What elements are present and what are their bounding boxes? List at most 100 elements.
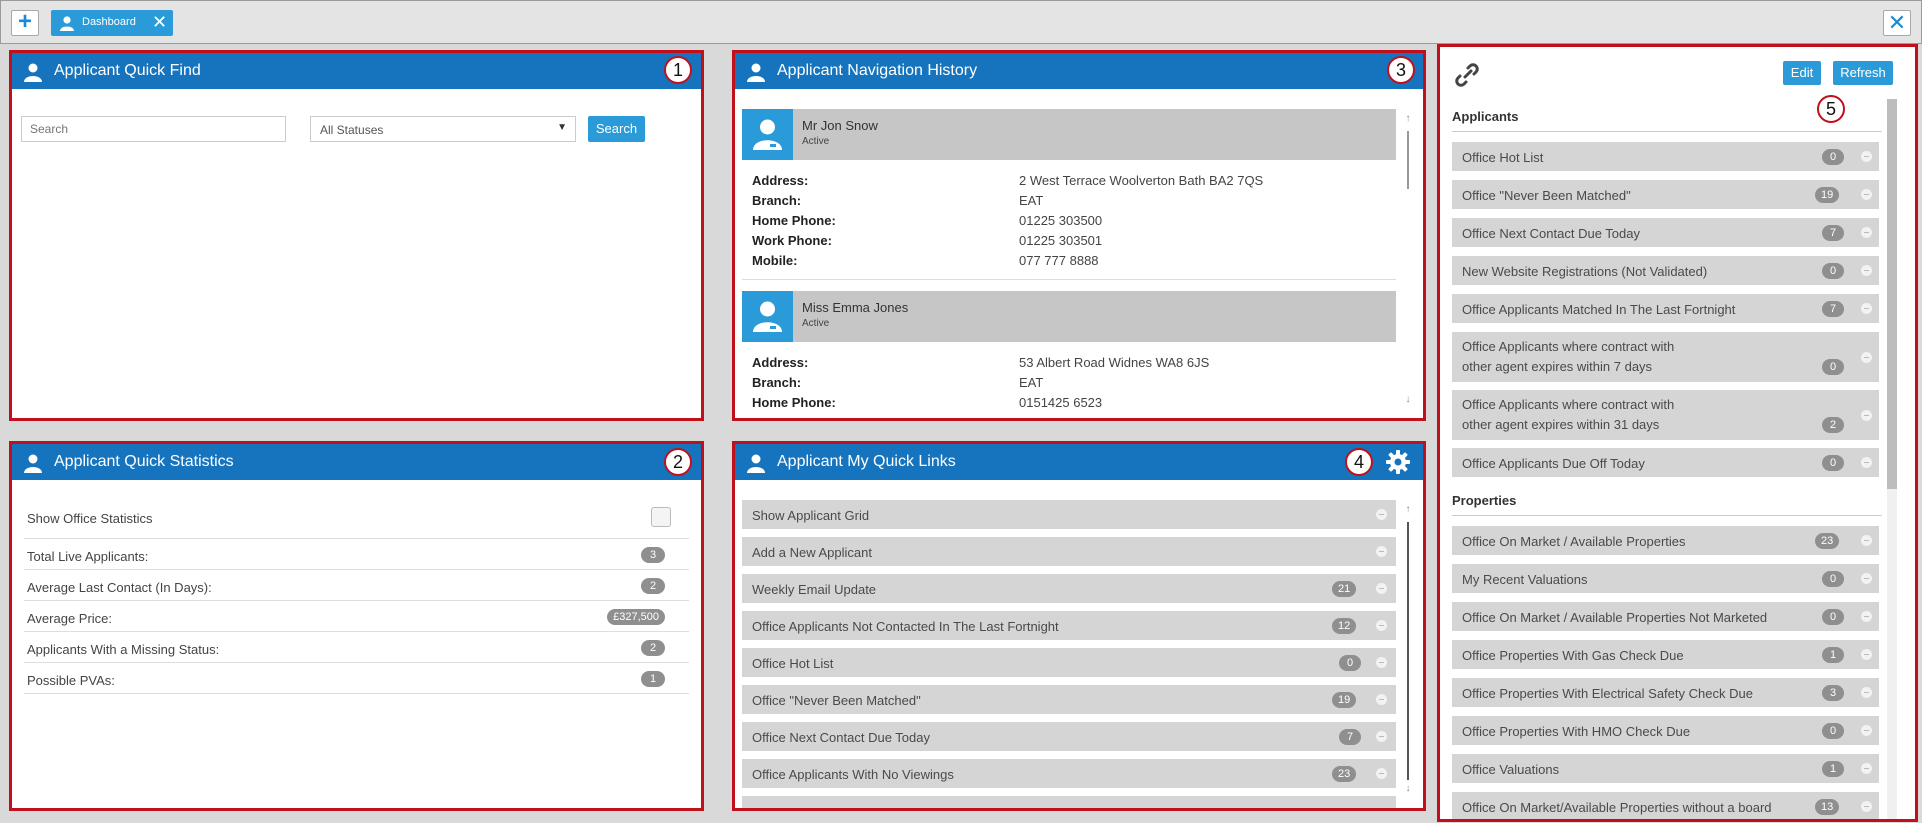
quick-link-item[interactable]: Office Hot List 0 [742, 648, 1396, 677]
quick-list-label: Office Properties With Electrical Safety… [1462, 686, 1753, 701]
detail-label: Address: [752, 355, 809, 370]
search-input[interactable] [21, 116, 286, 142]
go-icon [1861, 265, 1872, 276]
count-badge: 12 [1332, 618, 1357, 634]
count-badge: 3 [1822, 685, 1844, 701]
quick-list-item[interactable]: New Website Registrations (Not Validated… [1452, 256, 1879, 285]
stat-value: 2 [641, 578, 665, 594]
stat-row: Total Live Applicants: 3 [24, 539, 689, 570]
scroll-down-icon[interactable]: ↓ [1403, 783, 1413, 794]
add-tab-button[interactable]: + [11, 10, 39, 36]
scroll-down-icon[interactable]: ↓ [1403, 394, 1413, 405]
applicant-status: Active [802, 318, 830, 329]
quick-link-item[interactable]: Add a New Applicant [742, 537, 1396, 566]
status-select[interactable]: All Statuses ▼ [310, 116, 576, 142]
quick-link-item[interactable]: Office Applicants With No Viewings 23 [742, 759, 1396, 788]
stat-label: Applicants With a Missing Status: [27, 642, 220, 657]
go-icon [1861, 573, 1872, 584]
go-icon [1376, 694, 1387, 705]
stat-row: Average Price: £327,500 [24, 601, 689, 632]
count-badge: 19 [1815, 187, 1840, 203]
quick-list-item[interactable]: Office "Never Been Matched" 19 [1452, 180, 1879, 209]
quick-link-label: Office Applicants With No Viewings [752, 767, 954, 782]
tab-close-icon[interactable]: ✕ [152, 12, 167, 33]
count-badge: 0 [1822, 609, 1844, 625]
go-icon [1376, 731, 1387, 742]
user-icon [753, 301, 782, 332]
stat-value: 3 [641, 547, 665, 563]
go-icon [1861, 189, 1872, 200]
quick-link-item[interactable]: Office "Never Been Matched" 19 [742, 685, 1396, 714]
detail-value: 2 West Terrace Woolverton Bath BA2 7QS [1019, 173, 1264, 188]
history-scrollbar[interactable]: ↑ ↓ [1403, 113, 1413, 413]
quick-list-label: Office On Market/Available Properties wi… [1462, 800, 1772, 815]
applicant-quick-statistics-panel: Applicant Quick Statistics 2 Show Office… [9, 441, 704, 811]
quick-list-item[interactable]: Office On Market / Available Properties … [1452, 526, 1879, 555]
scroll-up-icon[interactable]: ↑ [1403, 113, 1413, 124]
close-window-button[interactable]: ✕ [1883, 10, 1911, 36]
count-badge: 7 [1339, 729, 1361, 745]
quick-link-label: Office Applicants Not Contacted In The L… [752, 619, 1059, 634]
quick-link-item[interactable]: Office Applicants Not Contacted In The L… [742, 611, 1396, 640]
applicant-name[interactable]: Miss Emma Jones [802, 300, 908, 315]
detail-label: Home Phone: [752, 213, 836, 228]
scroll-thumb[interactable] [1407, 131, 1409, 189]
divider [742, 279, 1396, 280]
refresh-button[interactable]: Refresh [1833, 61, 1893, 85]
quick-list-item[interactable]: Office Applicants where contract with ot… [1452, 390, 1879, 440]
count-badge: 23 [1332, 766, 1357, 782]
detail-row: Address: 2 West Terrace Woolverton Bath B… [742, 170, 1396, 190]
detail-label: Home Phone: [752, 395, 836, 410]
quick-list-item[interactable]: Office Properties With Gas Check Due 1 [1452, 640, 1879, 669]
gear-icon[interactable] [1385, 449, 1411, 475]
count-badge: 1 [1822, 647, 1844, 663]
quick-list-item[interactable]: Office Properties With HMO Check Due 0 [1452, 716, 1879, 745]
detail-label: Branch: [752, 193, 802, 208]
applicant-card[interactable]: Miss Emma Jones Active Address: 53 Albert… [742, 291, 1396, 412]
quick-list-item[interactable]: Office Next Contact Due Today 7 [1452, 218, 1879, 247]
applicant-card-header: Miss Emma Jones Active [742, 291, 1396, 342]
search-button[interactable]: Search [588, 116, 645, 142]
scroll-thumb[interactable] [1887, 99, 1897, 489]
quick-list-item[interactable]: Office Valuations 1 [1452, 754, 1879, 783]
quick-list-item[interactable]: Office Properties With Electrical Safety… [1452, 678, 1879, 707]
quick-list-item[interactable]: Office Hot List 0 [1452, 142, 1879, 171]
scroll-up-icon[interactable]: ↑ [1403, 504, 1413, 515]
go-icon [1376, 768, 1387, 779]
panel-header: Applicant Quick Find 1 [12, 53, 701, 89]
tab-dashboard[interactable]: Dashboard ✕ [51, 10, 173, 36]
detail-value: EAT [1019, 193, 1044, 208]
applicant-card[interactable]: Mr Jon Snow Active Address: 2 West Terrac… [742, 109, 1396, 280]
callout-marker: 1 [664, 56, 692, 84]
quick-links-scrollbar[interactable]: ↑ ↓ [1403, 504, 1413, 799]
detail-value: EAT [1019, 375, 1044, 390]
edit-button[interactable]: Edit [1783, 61, 1821, 85]
quick-list-item[interactable]: Office On Market / Available Properties … [1452, 602, 1879, 631]
quick-link-label: Office Next Contact Due Today [752, 730, 931, 745]
count-badge: 2 [1822, 417, 1844, 433]
quick-link-item[interactable]: Office Next Contact Due Today 7 [742, 722, 1396, 751]
scroll-thumb[interactable] [1407, 522, 1409, 780]
quick-list-item[interactable]: Office Applicants where contract with ot… [1452, 332, 1879, 382]
quick-list-label: Office Properties With HMO Check Due [1462, 724, 1691, 739]
panel-title: Applicant Navigation History [777, 62, 978, 79]
stat-row: Possible PVAs: 1 [24, 663, 689, 694]
show-office-statistics-checkbox[interactable] [651, 507, 671, 527]
avatar [742, 109, 793, 160]
detail-value: 01225 303501 [1019, 233, 1103, 248]
quick-link-item[interactable]: Weekly Email Update 21 [742, 574, 1396, 603]
quick-list-item[interactable]: My Recent Valuations 0 [1452, 564, 1879, 593]
quick-list-item[interactable]: Office On Market/Available Properties wi… [1452, 792, 1879, 819]
quick-list-label: Office On Market / Available Properties … [1462, 610, 1768, 625]
go-icon [1376, 509, 1387, 520]
quick-lists-scrollbar[interactable] [1887, 99, 1897, 819]
quick-lists-panel: Edit Refresh 5 Applicants Office Hot Lis… [1437, 44, 1918, 822]
applicant-name[interactable]: Mr Jon Snow [802, 118, 878, 133]
quick-link-item[interactable] [742, 796, 1396, 808]
quick-link-label: Office "Never Been Matched" [752, 693, 921, 708]
quick-list-item[interactable]: Office Applicants Matched In The Last Fo… [1452, 294, 1879, 323]
go-icon [1861, 352, 1872, 363]
quick-list-item[interactable]: Office Applicants Due Off Today 0 [1452, 448, 1879, 477]
quick-link-item[interactable]: Show Applicant Grid [742, 500, 1396, 529]
quick-list-label: Office Next Contact Due Today [1462, 226, 1641, 241]
